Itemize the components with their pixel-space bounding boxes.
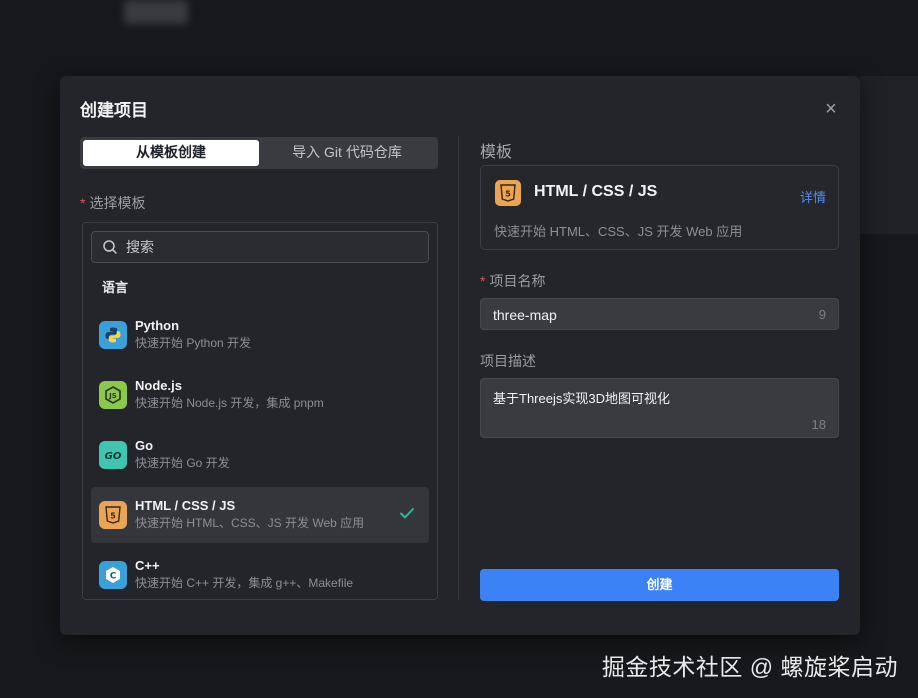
watermark: 掘金技术社区 @ 螺旋桨启动 <box>601 654 898 680</box>
template-picker-label: * 选择模板 <box>80 195 146 211</box>
nodejs-icon: JS <box>99 381 127 409</box>
close-icon[interactable]: × <box>822 99 840 119</box>
required-marker: * <box>480 273 486 289</box>
project-desc-field: 基于Threejs实现3D地图可视化 18 <box>480 378 839 438</box>
template-section-title: 模板 <box>480 144 513 161</box>
svg-text:C: C <box>110 572 117 582</box>
template-item-html[interactable]: 5 HTML / CSS / JS 快速开始 HTML、CSS、JS 开发 We… <box>91 487 429 543</box>
project-desc-label: 项目描述 <box>480 353 536 369</box>
check-icon <box>400 508 414 519</box>
template-item-go[interactable]: GO Go 快速开始 Go 开发 <box>91 427 429 483</box>
svg-text:5: 5 <box>110 512 116 521</box>
go-icon: GO <box>99 441 127 469</box>
char-count: 18 <box>811 417 826 432</box>
create-project-dialog: 创建项目 × 从模板创建 导入 Git 代码仓库 *选择模板 语言 Pytho <box>60 76 860 635</box>
project-name-label: * 项目名称 <box>480 273 546 289</box>
search-box <box>91 231 429 263</box>
background-panel <box>860 76 918 234</box>
template-desc: 快速开始 HTML、CSS、JS 开发 Web 应用 <box>135 516 365 530</box>
html5-icon: 5 <box>99 501 127 529</box>
tab-import-git[interactable]: 导入 Git 代码仓库 <box>259 140 435 166</box>
svg-text:5: 5 <box>505 190 511 199</box>
background-blurred-text <box>124 0 188 24</box>
template-item-python[interactable]: Python 快速开始 Python 开发 <box>91 307 429 363</box>
html5-icon: 5 <box>495 180 521 206</box>
template-card-desc: 快速开始 HTML、CSS、JS 开发 Web 应用 <box>494 224 743 239</box>
project-name-field: 9 <box>480 298 839 330</box>
project-name-input[interactable] <box>493 305 793 325</box>
search-input[interactable] <box>126 239 416 255</box>
tab-from-template[interactable]: 从模板创建 <box>83 140 259 166</box>
source-tabs: 从模板创建 导入 Git 代码仓库 <box>80 137 438 169</box>
project-desc-textarea[interactable]: 基于Threejs实现3D地图可视化 <box>493 388 813 412</box>
required-marker: * <box>80 195 86 211</box>
group-label-language: 语言 <box>102 280 129 295</box>
selected-template-card: 5 HTML / CSS / JS 详情 快速开始 HTML、CSS、JS 开发… <box>480 165 839 250</box>
cpp-icon: C <box>99 561 127 589</box>
search-icon <box>103 240 117 254</box>
create-button[interactable]: 创建 <box>480 569 839 601</box>
template-desc: 快速开始 C++ 开发，集成 g++、Makefile <box>135 576 354 590</box>
template-name: Go <box>135 438 154 453</box>
svg-text:GO: GO <box>105 451 122 462</box>
template-desc: 快速开始 Go 开发 <box>135 456 230 470</box>
template-name: Node.js <box>135 378 182 393</box>
template-name: HTML / CSS / JS <box>135 498 236 513</box>
template-desc: 快速开始 Node.js 开发，集成 pnpm <box>135 396 324 410</box>
template-desc: 快速开始 Python 开发 <box>135 336 252 350</box>
column-divider <box>458 136 459 600</box>
template-item-nodejs[interactable]: JS Node.js 快速开始 Node.js 开发，集成 pnpm <box>91 367 429 423</box>
python-icon <box>99 321 127 349</box>
details-link[interactable]: 详情 <box>800 187 826 206</box>
svg-text:JS: JS <box>108 392 117 400</box>
template-item-cpp[interactable]: C C++ 快速开始 C++ 开发，集成 g++、Makefile <box>91 547 429 599</box>
template-list: 语言 Python 快速开始 Python 开发 JS Nod <box>82 222 438 600</box>
char-count: 9 <box>818 307 826 322</box>
template-name: C++ <box>135 558 160 573</box>
dialog-title: 创建项目 <box>80 101 148 120</box>
template-card-title: HTML / CSS / JS <box>534 183 658 200</box>
template-name: Python <box>135 318 180 333</box>
